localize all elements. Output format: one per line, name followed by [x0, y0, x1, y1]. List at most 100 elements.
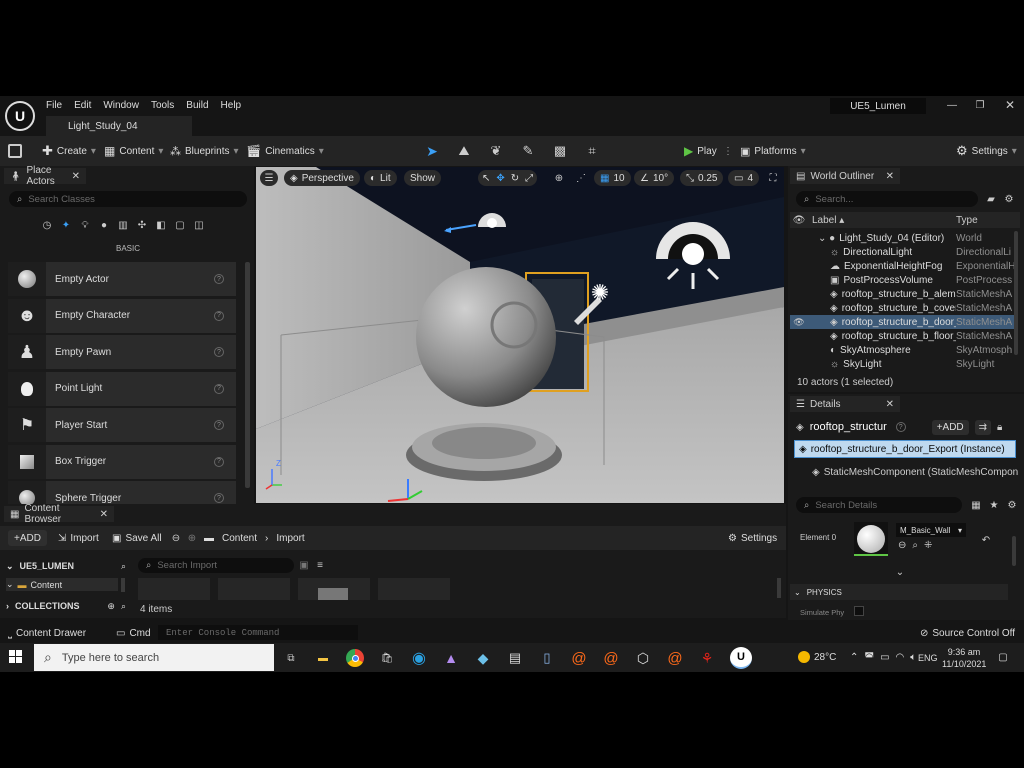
file-explorer-icon[interactable]: ▬: [314, 648, 332, 668]
cinematics-button[interactable]: 🎬︎ Cinematics ▾: [246, 143, 324, 159]
paint-mode-icon[interactable]: ✎: [520, 143, 536, 159]
rotate-icon[interactable]: ↻: [511, 173, 519, 184]
minimize-icon[interactable]: —: [944, 98, 960, 112]
list-item[interactable]: Point Light?: [8, 371, 236, 406]
clock[interactable]: 9:36 am 11/10/2021: [942, 646, 986, 670]
wifi-icon[interactable]: ◠: [896, 652, 905, 663]
unity-icon[interactable]: ⬡: [634, 648, 652, 668]
world-local-icon[interactable]: ⊕: [550, 170, 568, 186]
scale-icon[interactable]: ⤢: [525, 173, 533, 184]
col-type[interactable]: Type: [948, 215, 978, 226]
content-drawer-button[interactable]: ⎵ Content Drawer: [8, 626, 86, 640]
play-button[interactable]: ▶ Play: [684, 143, 717, 159]
menu-tools[interactable]: Tools: [145, 100, 180, 111]
help-icon[interactable]: ?: [214, 383, 224, 394]
windows-start-icon[interactable]: [8, 649, 24, 665]
landscape-mode-icon[interactable]: ⛰: [456, 143, 472, 159]
app-cube-icon[interactable]: ◆: [474, 648, 492, 668]
menu-file[interactable]: File: [40, 100, 68, 111]
select-cursor-icon[interactable]: ↖: [482, 173, 490, 184]
visibility-eye-icon[interactable]: 👁︎: [790, 317, 808, 328]
outliner-row[interactable]: ⌄ ● Light_Study_04 (Editor) World: [790, 231, 1014, 245]
history-forward-icon[interactable]: ⊕: [186, 531, 198, 545]
filter-icon[interactable]: ≡: [314, 559, 326, 571]
save-search-icon[interactable]: ▣: [298, 559, 310, 571]
grid-snap-button[interactable]: ▦ 10: [594, 170, 631, 186]
help-icon[interactable]: ?: [214, 456, 224, 467]
rotation-snap-button[interactable]: ∠ 10°: [634, 170, 675, 186]
asset-tile[interactable]: [298, 578, 370, 600]
help-icon[interactable]: ?: [214, 493, 224, 503]
weather-widget[interactable]: 28°C: [798, 649, 836, 665]
lock-icon[interactable]: 🔒︎: [997, 422, 1002, 433]
content-settings-button[interactable]: ⚙ Settings: [728, 531, 777, 545]
simulate-physics-checkbox[interactable]: [854, 606, 864, 616]
physics-section-header[interactable]: ⌄ PHYSICS: [790, 584, 1008, 600]
edge-icon[interactable]: ◉: [410, 648, 428, 668]
visibility-eye-icon[interactable]: 👁︎: [790, 215, 808, 226]
breadcrumb-import[interactable]: Import: [276, 533, 304, 544]
menu-edit[interactable]: Edit: [68, 100, 97, 111]
actor-name-field[interactable]: rooftop_structur: [810, 421, 890, 433]
skylight-icon[interactable]: [652, 215, 734, 297]
content-folder-row[interactable]: ⌄ ▬ Content: [6, 578, 118, 591]
foliage-mode-icon[interactable]: ❦: [488, 143, 504, 159]
help-icon[interactable]: ?: [895, 422, 906, 432]
play-options-icon[interactable]: ⋮: [723, 144, 733, 158]
outliner-settings-icon[interactable]: ⚙: [1002, 192, 1016, 206]
asset-tile[interactable]: [218, 578, 290, 600]
asset-scrollbar[interactable]: [777, 578, 781, 598]
outliner-row[interactable]: ◈ rooftop_structure_b_alem StaticMeshA: [790, 287, 1014, 301]
transform-gizmo[interactable]: [384, 477, 424, 503]
close-tab-icon[interactable]: ✕: [72, 171, 80, 182]
add-collection-icon[interactable]: ⊕: [107, 601, 115, 612]
list-item[interactable]: ⚑ Player Start?: [8, 408, 236, 442]
outliner-row[interactable]: ☼ DirectionalLight DirectionalLi: [790, 245, 1014, 259]
hamburger-menu-icon[interactable]: ☰: [260, 170, 278, 186]
unreal-engine-icon[interactable]: U: [730, 647, 752, 669]
outliner-row[interactable]: ▣ PostProcessVolume PostProcess: [790, 273, 1014, 287]
maximize-icon[interactable]: ❐: [972, 98, 988, 112]
sources-scrollbar[interactable]: [121, 578, 125, 592]
favorite-star-icon[interactable]: ★: [988, 498, 1000, 512]
breadcrumb-content[interactable]: Content: [222, 533, 257, 544]
printer-icon[interactable]: ▤: [506, 648, 524, 668]
platforms-button[interactable]: ▣ Platforms ▾: [740, 143, 806, 159]
point-light-icon[interactable]: ✺: [588, 280, 612, 305]
basic-icon[interactable]: ✦: [59, 218, 73, 232]
outliner-row[interactable]: 👁︎ ◈ rooftop_structure_b_door_ StaticMeshA: [790, 315, 1014, 329]
pick-icon[interactable]: ⁜: [924, 540, 932, 551]
help-icon[interactable]: ?: [214, 274, 224, 284]
details-settings-icon[interactable]: ⚙: [1006, 498, 1018, 512]
table-view-icon[interactable]: ▦: [970, 498, 982, 512]
houdini-third-icon[interactable]: @: [666, 648, 684, 668]
surface-snap-icon[interactable]: ⋰: [572, 170, 590, 186]
search-icon[interactable]: ⌕: [121, 601, 126, 612]
battery-icon[interactable]: ▭: [880, 652, 889, 663]
outliner-row[interactable]: ☼ SkyLight SkyLight: [790, 357, 1014, 371]
content-add-button[interactable]: +ADD: [8, 530, 47, 546]
console-input[interactable]: Enter Console Command: [158, 625, 358, 640]
move-icon[interactable]: ✥: [496, 173, 504, 184]
close-tab-icon[interactable]: ✕: [100, 509, 108, 520]
component-row[interactable]: ◈ StaticMeshComponent (StaticMeshCompone: [812, 464, 1018, 480]
shapes-icon[interactable]: ●: [97, 218, 111, 232]
create-button[interactable]: ✚ Create ▾: [42, 143, 96, 159]
blueprints-button[interactable]: ⁂ Blueprints ▾: [170, 143, 239, 159]
cinematic-icon[interactable]: ▥: [116, 218, 130, 232]
list-item[interactable]: ♟ Empty Pawn?: [8, 335, 236, 369]
show-button[interactable]: Show: [404, 170, 442, 186]
cmd-button[interactable]: ▭ Cmd: [116, 626, 151, 640]
material-thumbnail[interactable]: [854, 522, 888, 556]
blueprint-convert-icon[interactable]: ⇉: [974, 419, 992, 435]
all-classes-icon[interactable]: ◫: [192, 218, 206, 232]
search-icon[interactable]: ⌕: [121, 561, 126, 572]
maximize-viewport-icon[interactable]: ⛶: [766, 170, 780, 186]
lit-button[interactable]: ◐ Lit: [364, 170, 397, 186]
viewport[interactable]: ✺ Z ☰ ◈ Perspective ◐ Lit Show ↖ ✥ ↻ ⤢ ⊕ ⋰ ▦ 1…: [256, 167, 784, 503]
help-icon[interactable]: ?: [214, 420, 224, 430]
source-control-button[interactable]: ⊘ Source Control Off: [920, 626, 1015, 640]
material-dropdown[interactable]: M_Basic_Wall ▾: [896, 523, 966, 537]
details-scrollbar[interactable]: [1012, 536, 1016, 566]
outliner-scrollbar[interactable]: [1014, 231, 1018, 355]
